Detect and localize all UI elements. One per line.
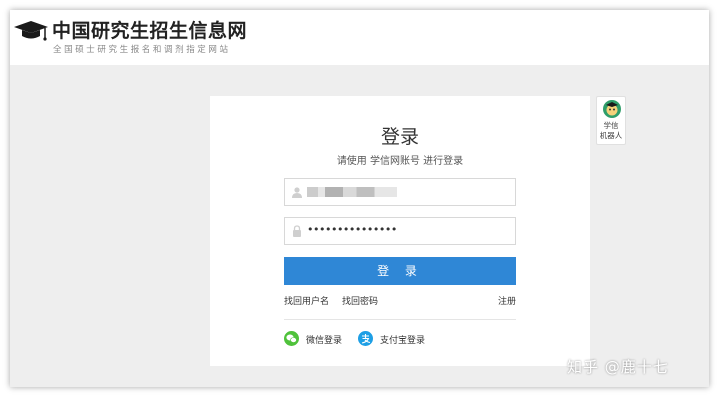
robot-icon [603,100,621,118]
login-button[interactable]: 登 录 [284,257,516,285]
chat-robot-button[interactable]: 学信 机器人 [596,96,626,145]
password-field[interactable]: ••••••••••••••• [284,217,516,245]
login-subtitle: 请使用 学信网账号 进行登录 [336,156,464,167]
login-title: 登录 [380,126,419,148]
wechat-login-label: 微信登录 [306,336,343,346]
wechat-icon [284,331,299,346]
username-field[interactable] [284,178,516,206]
forgot-password-link[interactable]: 找回密码 [342,294,378,307]
browser-viewport: 中国研究生招生信息网 全国硕士研究生报名和调剂指定网站 登录 请使用 学信网账号… [10,10,709,387]
robot-label-line2: 机器人 [599,131,623,140]
register-link[interactable]: 注册 [498,294,516,307]
site-title: 中国研究生招生信息网 [52,20,248,42]
alipay-login-label: 支付宝登录 [380,336,426,346]
forgot-username-link[interactable]: 找回用户名 [284,294,329,307]
watermark: 知乎 @鹿十七 [567,358,669,376]
site-subtitle: 全国硕士研究生报名和调剂指定网站 [53,45,231,55]
robot-label: 学信 机器人 [597,121,625,141]
alipay-icon [358,331,373,346]
robot-label-line1: 学信 [603,121,619,130]
site-header: 中国研究生招生信息网 全国硕士研究生报名和调剂指定网站 [10,10,709,65]
username-value-redacted [307,187,397,197]
login-card: 登录 请使用 学信网账号 进行登录 ••••••••••••••• 登 录 找回… [210,96,590,366]
account-links: 找回用户名 找回密码 注册 [284,294,516,308]
lock-icon [293,225,301,237]
user-icon [292,187,302,198]
password-value: ••••••••••••••• [307,223,397,236]
graduation-cap-icon [14,21,48,41]
divider [284,319,516,320]
